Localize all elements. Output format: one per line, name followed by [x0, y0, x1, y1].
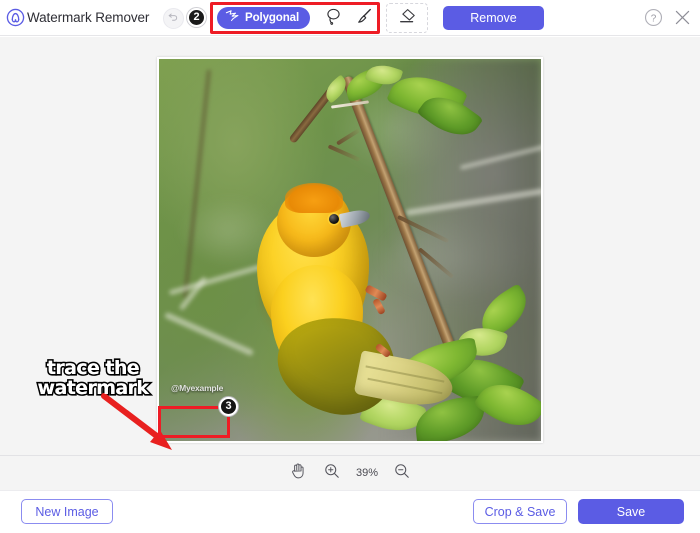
save-button[interactable]: Save	[578, 499, 684, 524]
zoom-in-icon	[324, 463, 340, 484]
polygonal-lasso-icon	[225, 9, 240, 27]
tool-brush[interactable]	[353, 6, 376, 30]
step-badge-2: 2	[187, 8, 206, 27]
tool-polygonal-label: Polygonal	[245, 12, 300, 24]
question-mark-icon: ?	[644, 8, 663, 31]
top-toolbar: Watermark Remover 2 Polygonal Remove ?	[0, 0, 700, 36]
watermark-remover-app: Watermark Remover 2 Polygonal Remove ? @…	[0, 0, 700, 533]
new-image-button[interactable]: New Image	[21, 499, 113, 524]
undo-icon	[167, 10, 180, 28]
close-button[interactable]	[673, 8, 692, 27]
zoom-level-label: 39%	[355, 467, 379, 479]
zoom-in-button[interactable]	[322, 463, 342, 483]
zoom-out-button[interactable]	[392, 463, 412, 483]
bird-crown	[285, 183, 343, 213]
selection-tool-group: Polygonal	[214, 6, 376, 30]
step-badge-3: 3	[219, 397, 238, 416]
image-frame: @Myexample	[157, 57, 543, 443]
close-x-icon	[673, 10, 692, 31]
source-photo[interactable]: @Myexample	[159, 59, 541, 441]
annotation-text: trace the watermark	[37, 357, 150, 399]
svg-text:?: ?	[651, 13, 657, 24]
hand-pan-icon	[290, 462, 306, 484]
help-button[interactable]: ?	[644, 8, 663, 27]
pan-tool-button[interactable]	[288, 463, 308, 483]
zoom-toolbar: 39%	[0, 455, 700, 490]
tool-lasso[interactable]	[322, 6, 345, 30]
app-title: Watermark Remover	[27, 10, 150, 25]
lasso-icon	[325, 7, 342, 30]
app-brand: Watermark Remover	[6, 8, 149, 27]
tool-polygonal[interactable]: Polygonal	[217, 7, 311, 29]
eraser-icon	[398, 7, 417, 30]
editor-canvas-area[interactable]: @Myexample trace the watermark trace the…	[0, 37, 700, 455]
crop-and-save-button[interactable]: Crop & Save	[473, 499, 567, 524]
undo-button[interactable]	[163, 8, 184, 29]
bird-eye	[329, 214, 339, 224]
remove-button[interactable]: Remove	[443, 6, 544, 30]
brush-icon	[356, 7, 373, 30]
zoom-out-icon	[394, 463, 410, 484]
waterdrop-logo-icon	[6, 8, 25, 27]
tool-eraser[interactable]	[386, 3, 428, 33]
